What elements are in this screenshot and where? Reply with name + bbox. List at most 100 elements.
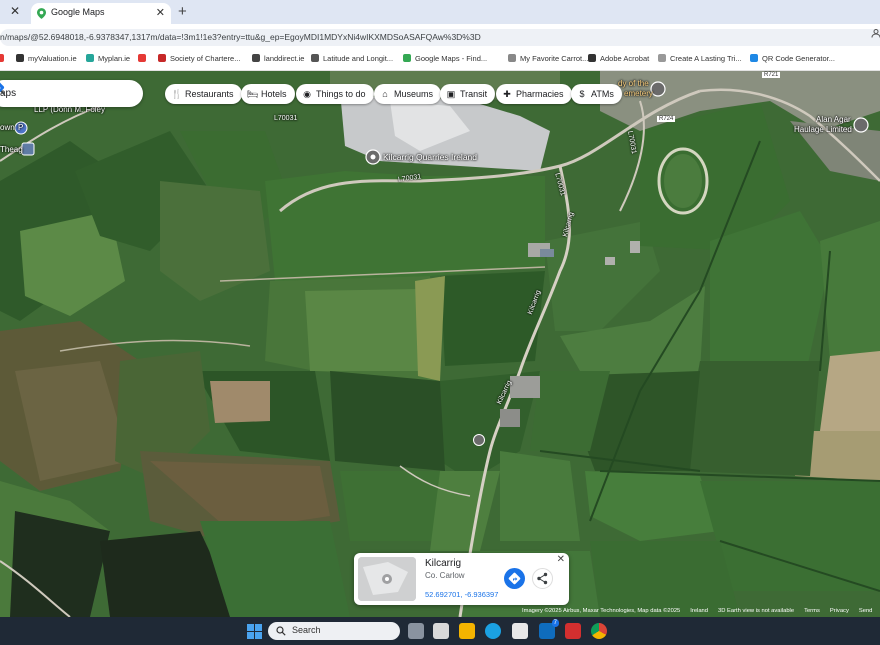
bookmark-carrot[interactable]: My Favorite Carrot... <box>508 54 588 63</box>
share-icon <box>537 572 548 585</box>
taskbar-search[interactable]: Search <box>268 622 400 640</box>
tribute-icon <box>658 54 666 62</box>
directions-icon <box>508 572 521 585</box>
hotel-icon: 🛏 <box>247 89 259 99</box>
bookmark-myplan[interactable]: Myplan.ie <box>86 54 130 63</box>
attribution-item[interactable]: Terms <box>804 608 820 614</box>
card-close-icon[interactable]: ✕ <box>557 554 565 565</box>
tab-title: Google Maps <box>51 7 105 17</box>
search-box[interactable]: aps <box>0 80 143 107</box>
profile-icon[interactable] <box>871 28 880 38</box>
attribution-item[interactable]: Ireland <box>690 608 708 614</box>
atm-icon: $ <box>579 89 585 99</box>
attribution-item: Imagery ©2025 Airbus, Maxar Technologies… <box>522 608 681 614</box>
chrome-icon[interactable] <box>591 623 607 639</box>
place-title[interactable]: Kilcarrig <box>425 558 461 569</box>
place-subtitle: Co. Carlow <box>425 571 465 580</box>
bookmark-youtube[interactable] <box>138 54 150 63</box>
place-coordinates[interactable]: 52.692701, -6.936397 <box>425 590 498 599</box>
street-view-thumbnail <box>358 557 416 601</box>
notification-badge: 7 <box>551 619 559 627</box>
bookmark-scsi[interactable]: Society of Chartere... <box>158 54 240 63</box>
valuation-icon <box>16 54 24 62</box>
poi-label-town[interactable]: own <box>0 123 15 132</box>
chip-label: Transit <box>460 89 488 99</box>
road-label-r724: R724 <box>657 116 676 122</box>
restaurant-icon: 🍴 <box>171 89 183 99</box>
card-directions-button[interactable] <box>504 568 525 589</box>
chip-label: Things to do <box>316 89 366 99</box>
transit-icon: ▣ <box>446 89 456 99</box>
directions-icon[interactable] <box>0 80 5 95</box>
chip-pharmacy[interactable]: ✚ Pharmacies <box>496 84 572 104</box>
myplan-icon <box>86 54 94 62</box>
file-explorer-icon[interactable] <box>459 623 475 639</box>
bookmark-valuation[interactable]: myValuation.ie <box>16 54 77 63</box>
attribution-item[interactable]: Send <box>859 608 873 614</box>
tab-close-icon[interactable]: ✕ <box>156 6 165 19</box>
bookmark-label: myValuation.ie <box>28 54 77 63</box>
bookmark-latlong[interactable]: Latitude and Longit... <box>311 54 393 63</box>
poi-label-quarries[interactable]: Kilcarrig Quarries Ireland <box>383 152 477 162</box>
task-view-icon[interactable] <box>408 623 424 639</box>
url-text: n/maps/@52.6948018,-6.9378347,1317m/data… <box>0 32 481 42</box>
bookmark-youtube-icon[interactable] <box>0 54 8 63</box>
google-maps-icon <box>37 8 46 19</box>
poi-label-haulage-2[interactable]: Haulage Limited <box>794 125 852 134</box>
bookmark-qr[interactable]: QR Code Generator... <box>750 54 835 63</box>
widgets-icon[interactable] <box>433 623 449 639</box>
chip-label: Museums <box>394 89 434 99</box>
carrot-icon <box>508 54 516 62</box>
place-card[interactable]: Kilcarrig Co. Carlow 52.692701, -6.93639… <box>354 553 569 605</box>
bookmark-label: Latitude and Longit... <box>323 54 394 63</box>
edge-icon[interactable] <box>485 623 501 639</box>
pharmacy-icon: ✚ <box>503 89 511 99</box>
bookmark-label: Myplan.ie <box>98 54 131 63</box>
map-attribution: Imagery ©2025 Airbus, Maxar Technologies… <box>522 608 880 617</box>
windows-start-icon[interactable] <box>247 624 262 639</box>
bookmark-label: Create A Lasting Tri... <box>670 54 742 63</box>
maps-icon <box>403 54 411 62</box>
bookmark-label: Google Maps - Find... <box>415 54 488 63</box>
chip-atm[interactable]: $ ATMs <box>571 84 622 104</box>
chip-restaurant[interactable]: 🍴 Restaurants <box>165 84 242 104</box>
poi-label-cemetery[interactable]: dy of the <box>618 79 649 88</box>
poi-label-haulage[interactable]: Alan Agar <box>816 115 851 124</box>
bookmarks-bar: myValuation.ie Myplan.ie Society of Charte… <box>0 50 880 71</box>
chip-museum[interactable]: ⌂ Museums <box>374 84 442 104</box>
address-bar: n/maps/@52.6948018,-6.9378347,1317m/data… <box>0 26 880 48</box>
acrobat-icon[interactable] <box>565 623 581 639</box>
map-canvas[interactable]: Kilcarrig Quarries Ireland Alan Agar Hau… <box>0 71 880 617</box>
taskbar-search-placeholder: Search <box>292 625 321 635</box>
tab-google-maps[interactable]: Google Maps ✕ <box>31 3 171 24</box>
outlook-icon[interactable]: 7 <box>539 619 559 639</box>
chip-transit[interactable]: ▣ Transit <box>440 84 496 104</box>
card-share-button[interactable] <box>532 568 553 589</box>
url-field[interactable]: n/maps/@52.6948018,-6.9378347,1317m/data… <box>0 29 880 46</box>
attribution-item[interactable]: 3D Earth view is not available <box>718 608 794 614</box>
close-other-tab-icon[interactable]: ✕ <box>10 4 20 18</box>
chip-label: ATMs <box>591 89 614 99</box>
bookmark-acrobat[interactable]: Adobe Acrobat <box>588 54 649 63</box>
windows-taskbar: Search 7 <box>0 617 880 645</box>
place-thumbnail[interactable] <box>358 557 416 601</box>
bookmark-landdirect[interactable]: landdirect.ie <box>252 54 304 63</box>
qr-icon <box>750 54 758 62</box>
bookmark-label: landdirect.ie <box>264 54 305 63</box>
chip-hotel[interactable]: 🛏 Hotels <box>241 84 295 104</box>
poi-label-theag[interactable]: Theag <box>0 145 23 154</box>
bookmark-maps[interactable]: Google Maps - Find... <box>403 54 487 63</box>
parking-label[interactable]: P <box>18 123 23 132</box>
new-tab-button[interactable]: + <box>178 3 187 20</box>
chip-camera[interactable]: ◉ Things to do <box>296 84 374 104</box>
scsi-icon <box>158 54 166 62</box>
camera-icon: ◉ <box>303 89 311 99</box>
road-label-l70031-a: L70031 <box>274 115 298 122</box>
road-label-r721: R721 <box>762 72 781 78</box>
store-icon[interactable] <box>512 623 528 639</box>
chip-label: Restaurants <box>185 89 234 99</box>
youtube-icon <box>138 54 146 62</box>
poi-label-cemetery-2[interactable]: emetery <box>624 89 653 98</box>
attribution-item[interactable]: Privacy <box>830 608 849 614</box>
bookmark-tribute[interactable]: Create A Lasting Tri... <box>658 54 742 63</box>
